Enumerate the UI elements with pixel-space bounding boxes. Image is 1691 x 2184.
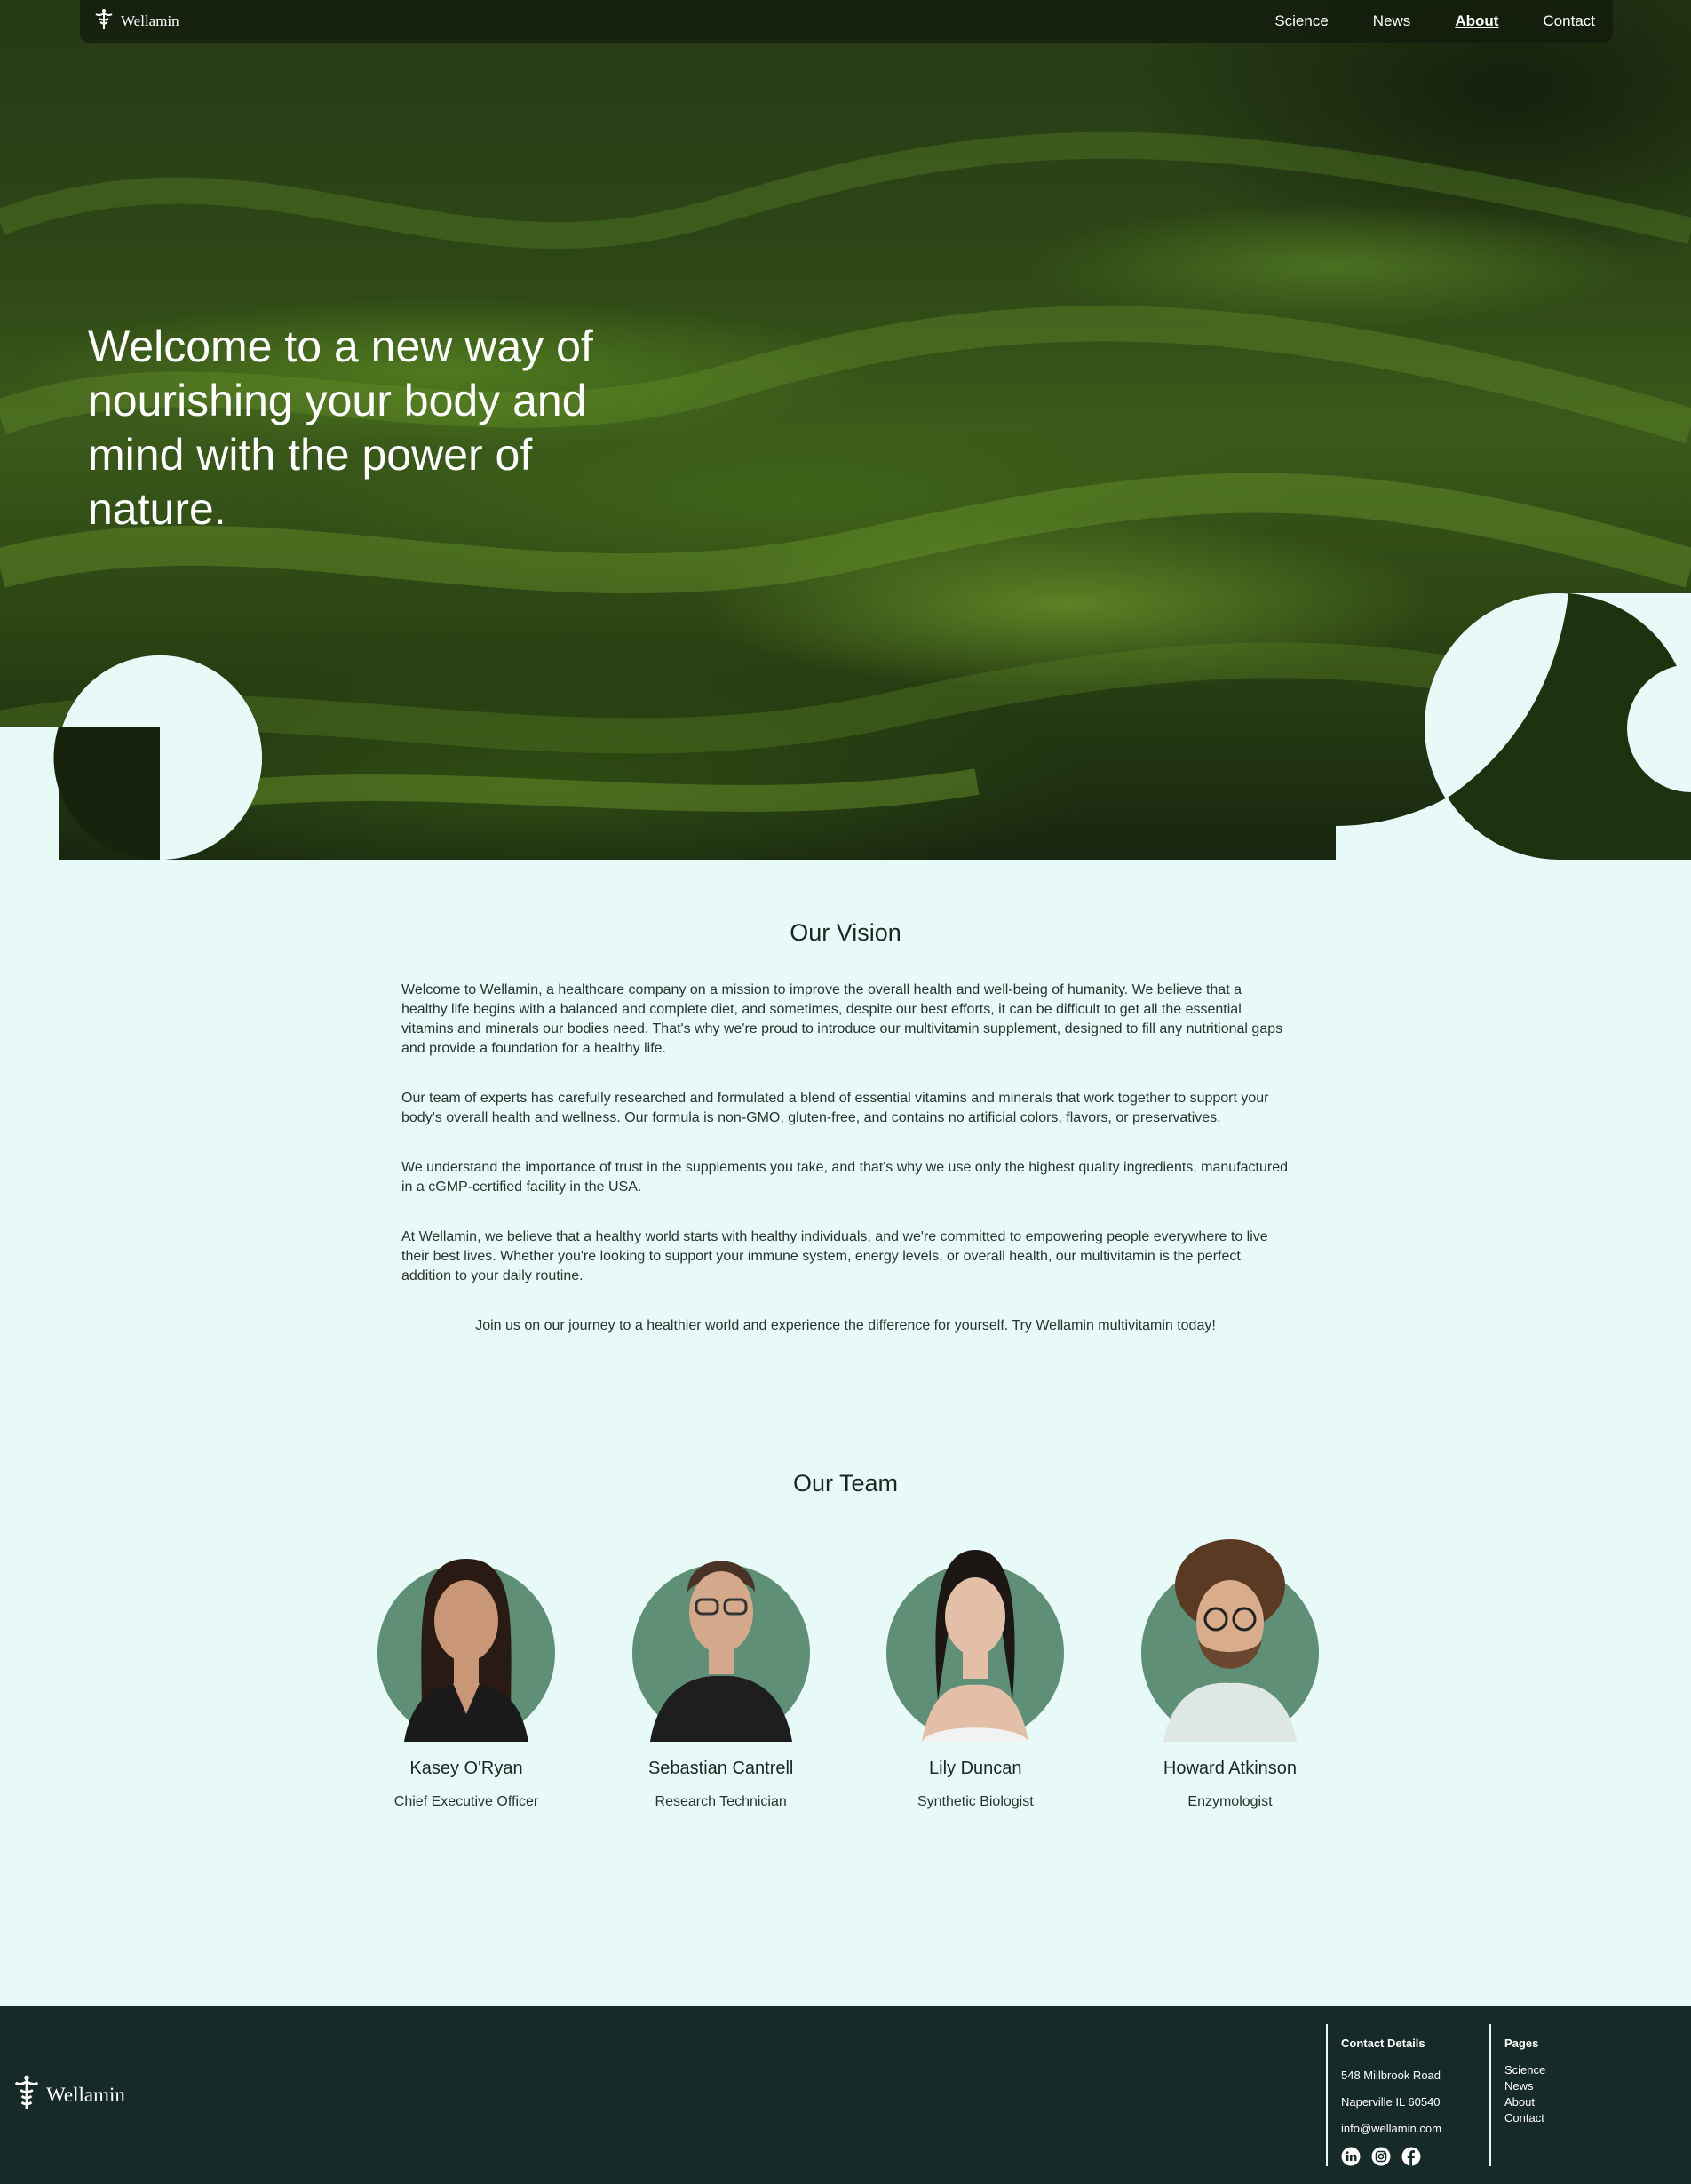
top-navbar: Wellamin Science News About Contact <box>80 0 1613 43</box>
vision-paragraph: Our team of experts has carefully resear… <box>401 1091 1269 1125</box>
instagram-icon[interactable] <box>1371 2147 1391 2166</box>
vision-paragraph: Welcome to Wellamin, a healthcare compan… <box>401 982 1283 1056</box>
member-name: Lily Duncan <box>929 1759 1022 1778</box>
team-members: Kasey O'Ryan Chief Executive Officer Seb… <box>377 1523 1319 1810</box>
linkedin-icon[interactable] <box>1341 2147 1361 2166</box>
facebook-icon[interactable] <box>1401 2147 1421 2166</box>
member-role: Research Technician <box>655 1794 787 1809</box>
member-role: Enzymologist <box>1187 1794 1273 1809</box>
footer-link-news[interactable]: News <box>1504 2078 1545 2094</box>
caduceus-icon <box>92 8 115 36</box>
brand-name: Wellamin <box>121 12 179 29</box>
footer-brand-name: Wellamin <box>46 2084 125 2106</box>
member-name: Kasey O'Ryan <box>409 1759 523 1778</box>
footer-link-about[interactable]: About <box>1504 2094 1545 2110</box>
team-member-card: Kasey O'Ryan Chief Executive Officer <box>377 1523 555 1810</box>
nav-link-science[interactable]: Science <box>1274 12 1328 30</box>
nav-link-contact[interactable]: Contact <box>1543 12 1595 30</box>
hero-heading: Welcome to a new way of nourishing your … <box>88 322 593 534</box>
footer: Wellamin Contact Details 548 Millbrook R… <box>0 2006 1691 2184</box>
contact-title: Contact Details <box>1341 2037 1425 2050</box>
social-links <box>1341 2147 1441 2166</box>
nav-link-news[interactable]: News <box>1373 12 1411 30</box>
team-section: Our Team Kasey O'Ryan Chief Executive Of… <box>0 1470 1691 1809</box>
vision-call-to-action: Join us on our journey to a healthier wo… <box>475 1318 1216 1333</box>
member-name: Sebastian Cantrell <box>647 1759 794 1778</box>
pages-title: Pages <box>1504 2037 1539 2050</box>
footer-contact-column: Contact Details 548 Millbrook Road Naper… <box>1326 2024 1441 2166</box>
vision-paragraph: At Wellamin, we believe that a healthy w… <box>401 1229 1268 1283</box>
avatar <box>377 1523 555 1742</box>
avatar <box>1140 1523 1319 1742</box>
member-role: Chief Executive Officer <box>393 1794 539 1809</box>
team-member-card: Howard Atkinson Enzymologist <box>1140 1523 1319 1810</box>
pages-list: Science News About Contact <box>1504 2062 1545 2126</box>
footer-brand-logo[interactable]: Wellamin <box>11 2074 125 2116</box>
avatar <box>631 1523 810 1742</box>
hero-section: Wellamin Science News About Contact Welc… <box>0 0 1691 860</box>
avatar <box>886 1523 1065 1742</box>
brand-logo[interactable]: Wellamin <box>92 8 179 36</box>
footer-pages-column: Pages Science News About Contact <box>1489 2024 1545 2166</box>
team-title: Our Team <box>792 1470 899 1497</box>
contact-email[interactable]: info@wellamin.com <box>1341 2122 1441 2135</box>
vision-paragraph: We understand the importance of trust in… <box>401 1160 1289 1195</box>
contact-address-line1: 548 Millbrook Road <box>1341 2069 1441 2082</box>
team-member-card: Sebastian Cantrell Research Technician <box>631 1523 810 1810</box>
team-member-card: Lily Duncan Synthetic Biologist <box>886 1523 1065 1810</box>
vision-title: Our Vision <box>790 919 901 946</box>
nav-links: Science News About Contact <box>1274 12 1600 30</box>
member-name: Howard Atkinson <box>1163 1759 1297 1778</box>
vision-section: Our Vision Welcome to Wellamin, a health… <box>401 919 1290 1336</box>
footer-link-science[interactable]: Science <box>1504 2062 1545 2078</box>
decorative-shape-left <box>0 655 262 860</box>
member-role: Synthetic Biologist <box>917 1794 1034 1809</box>
nav-link-about[interactable]: About <box>1455 12 1498 30</box>
contact-address-line2: Naperville IL 60540 <box>1341 2095 1441 2109</box>
decorative-shape-right <box>1336 593 1691 860</box>
footer-link-contact[interactable]: Contact <box>1504 2110 1545 2126</box>
caduceus-icon <box>11 2074 43 2116</box>
